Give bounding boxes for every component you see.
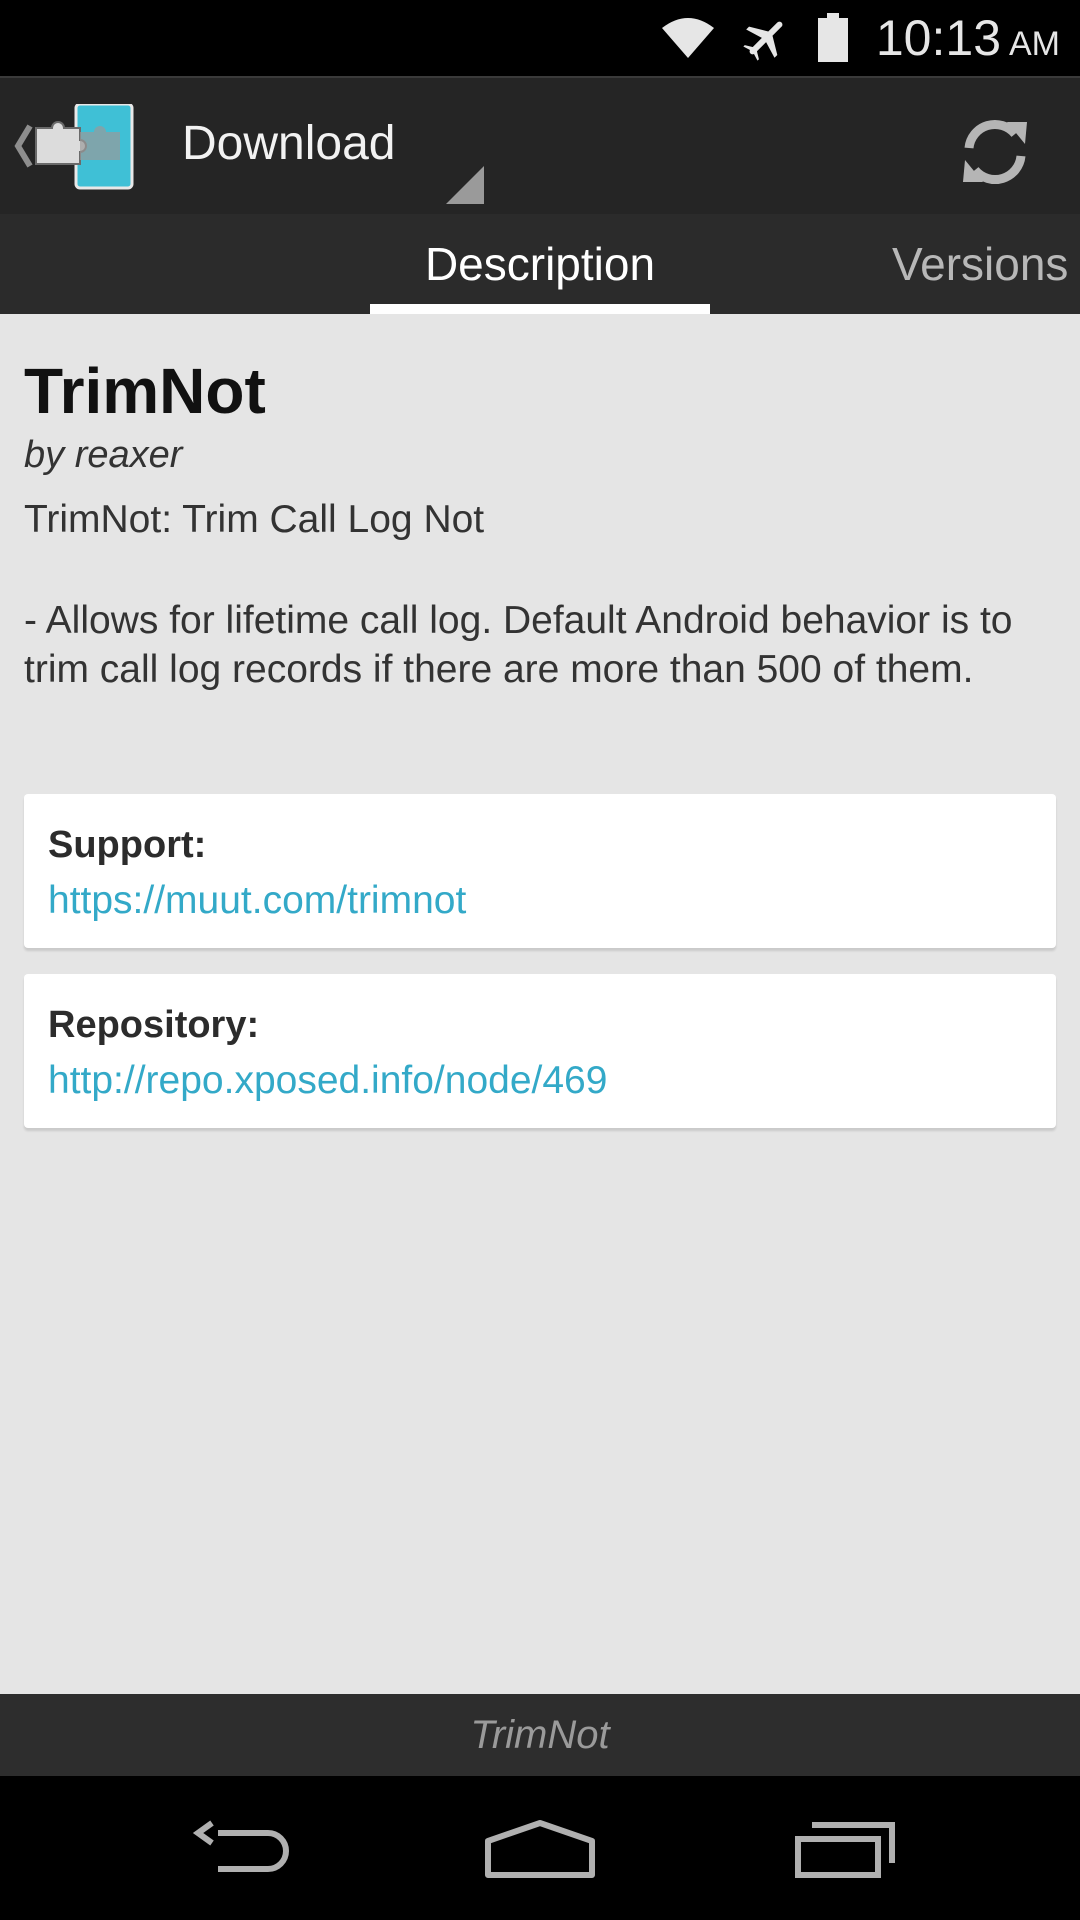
status-bar: 10:13 AM (0, 0, 1080, 76)
back-icon (192, 1820, 289, 1872)
repository-card: Repository: http://repo.xposed.info/node… (24, 974, 1056, 1128)
spinner-triangle-icon[interactable] (446, 166, 484, 209)
module-title: TrimNot (24, 355, 266, 427)
module-author: by reaxer (24, 434, 183, 476)
repository-label: Repository: (48, 1004, 260, 1046)
support-link[interactable]: https://muut.com/trimnot (48, 879, 1032, 923)
refresh-button[interactable] (950, 112, 1040, 192)
back-button[interactable] (180, 1806, 300, 1892)
battery-icon (816, 13, 850, 63)
recents-icon (795, 1822, 895, 1878)
clock-ampm: AM (1009, 25, 1060, 63)
clock-time: 10:13 (875, 10, 1001, 66)
wifi-icon (660, 16, 716, 60)
repository-link[interactable]: http://repo.xposed.info/node/469 (48, 1059, 1032, 1103)
refresh-icon (963, 120, 1027, 184)
support-card: Support: https://muut.com/trimnot (24, 794, 1056, 948)
home-button[interactable] (480, 1806, 600, 1892)
home-icon (485, 1820, 595, 1878)
tab-bar: Description Versions (0, 214, 1080, 314)
navigation-bar (0, 1776, 1080, 1920)
module-summary: TrimNot: Trim Call Log Not (24, 498, 485, 541)
clock: 10:13 AM (876, 9, 1060, 67)
tab-versions[interactable]: Versions (892, 214, 1080, 314)
up-caret-icon[interactable] (12, 122, 34, 175)
xposed-app-icon[interactable] (32, 102, 136, 195)
support-label: Support: (48, 824, 207, 866)
module-description: - Allows for lifetime call log. Default … (24, 599, 1013, 691)
module-description-panel[interactable]: TrimNot by reaxer TrimNot: Trim Call Log… (0, 314, 1080, 1694)
tab-description[interactable]: Description (370, 214, 710, 314)
action-bar: Download (0, 76, 1080, 214)
airplane-mode-icon (742, 14, 790, 62)
recents-button[interactable] (786, 1806, 906, 1892)
navigation-spinner-title[interactable]: Download (182, 116, 395, 171)
footer-module-name: TrimNot (0, 1694, 1080, 1776)
